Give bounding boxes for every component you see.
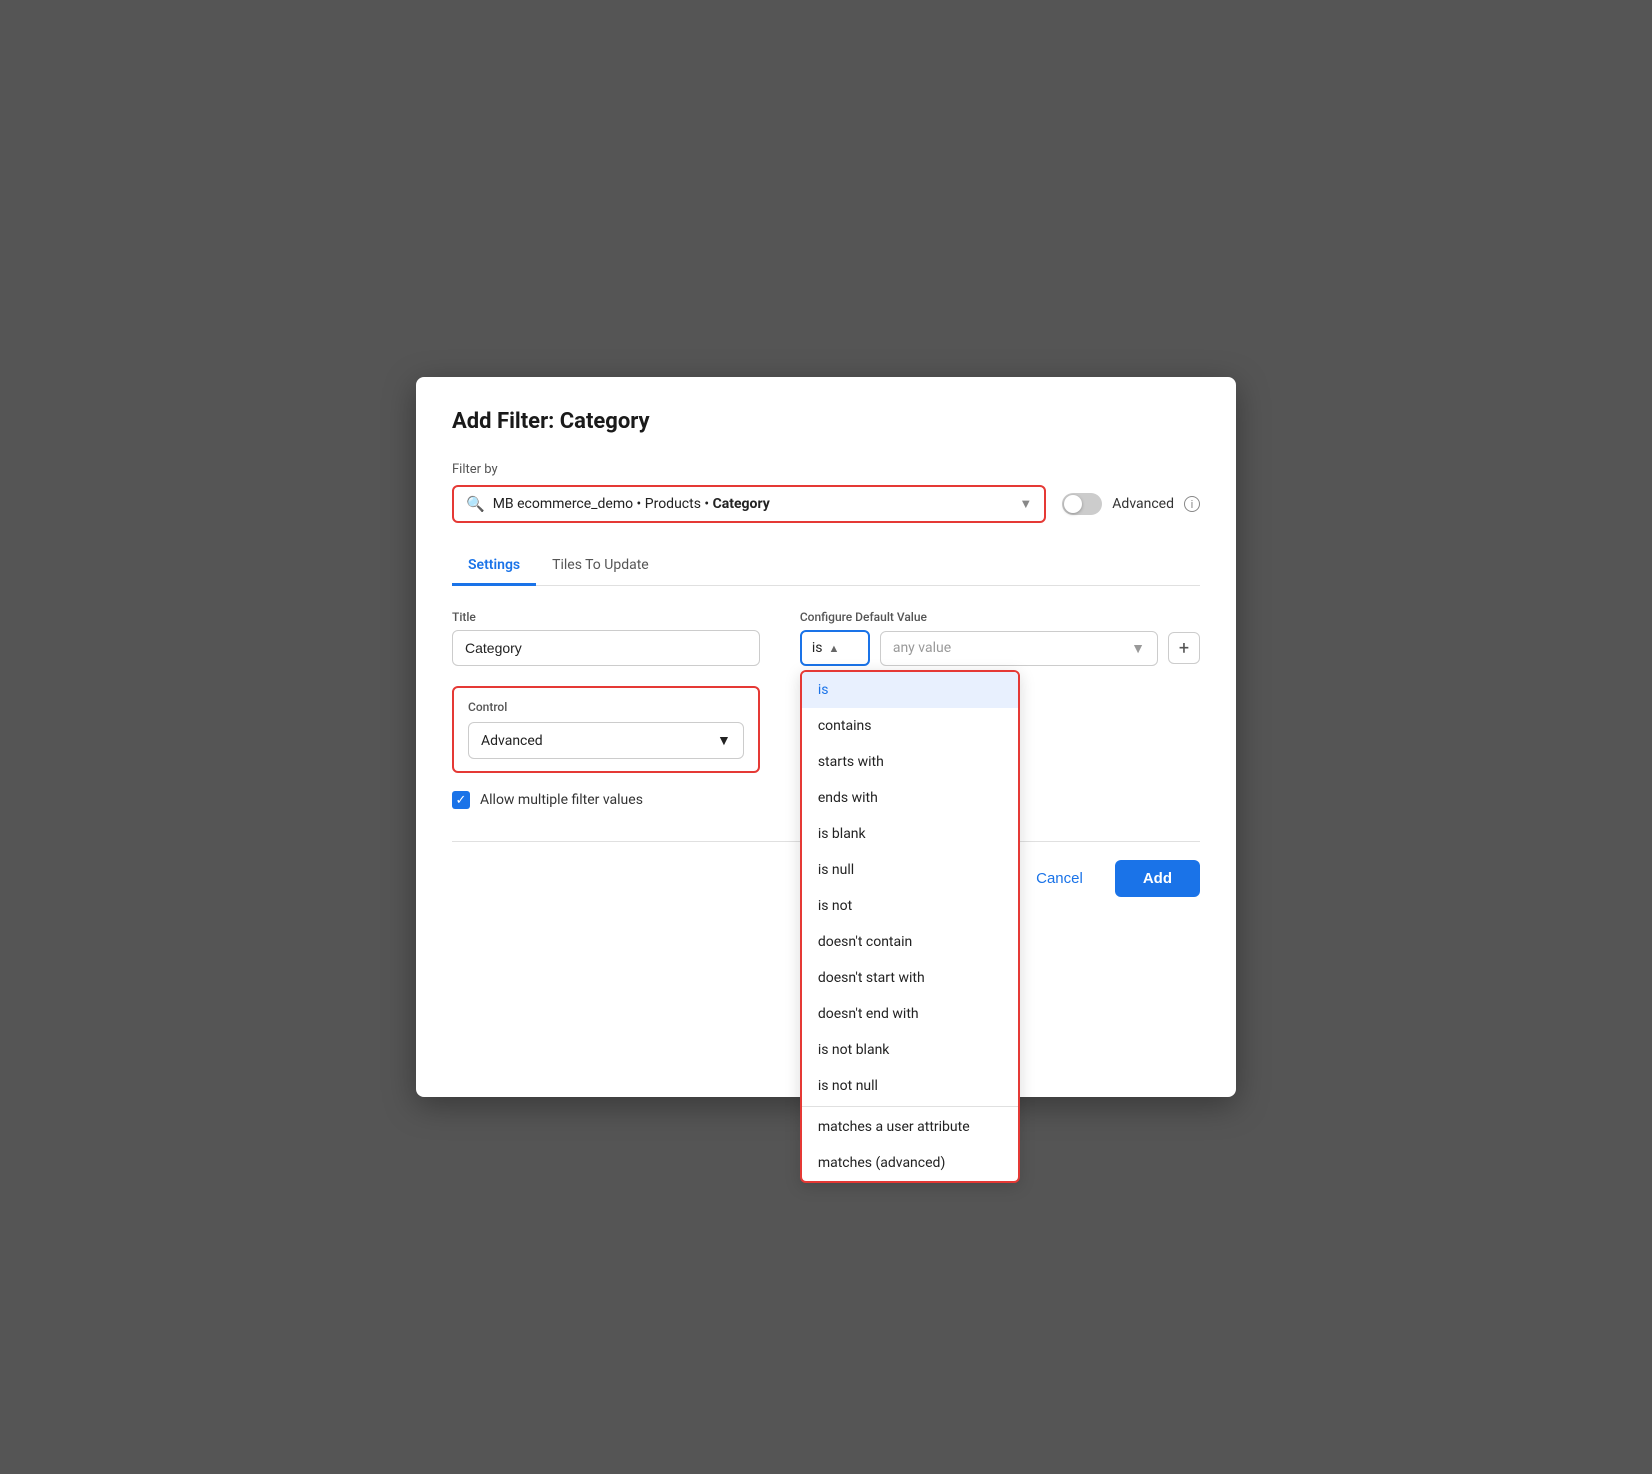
dropdown-item-is-null[interactable]: is null: [802, 852, 1018, 888]
operator-dropdown-menu: is contains starts with ends with is bla…: [800, 670, 1020, 1183]
dropdown-item-doesnt-end-with[interactable]: doesn't end with: [802, 996, 1018, 1032]
chevron-up-icon: ▲: [828, 642, 839, 655]
search-icon: 🔍: [466, 495, 485, 513]
control-box: Control Advanced ▼: [452, 686, 760, 773]
add-button[interactable]: Add: [1115, 860, 1200, 897]
dropdown-item-is-not-null[interactable]: is not null: [802, 1068, 1018, 1104]
dropdown-item-contains[interactable]: contains: [802, 708, 1018, 744]
dropdown-item-ends-with[interactable]: ends with: [802, 780, 1018, 816]
allow-multiple-label: Allow multiple filter values: [480, 792, 643, 808]
dialog-title: Add Filter: Category: [452, 409, 1200, 434]
dropdown-item-starts-with[interactable]: starts with: [802, 744, 1018, 780]
dropdown-item-is[interactable]: is: [802, 672, 1018, 708]
dropdown-item-doesnt-contain[interactable]: doesn't contain: [802, 924, 1018, 960]
allow-multiple-checkbox[interactable]: ✓: [452, 791, 470, 809]
form-section: Title Control Advanced ▼ ✓ Allow multipl…: [452, 610, 1200, 809]
control-select[interactable]: Advanced ▼: [468, 722, 744, 759]
filter-by-row: 🔍 MB ecommerce_demo • Products • Categor…: [452, 485, 1200, 523]
dropdown-item-matches-advanced[interactable]: matches (advanced): [802, 1145, 1018, 1181]
advanced-toggle-row: Advanced i: [1062, 493, 1200, 515]
configure-default-row: is ▲ is contains starts with ends with i…: [800, 630, 1200, 666]
title-input[interactable]: [452, 630, 760, 666]
chevron-down-icon: ▼: [1131, 640, 1145, 657]
title-label: Title: [452, 610, 760, 624]
advanced-toggle-label: Advanced: [1112, 496, 1174, 512]
dropdown-item-is-not[interactable]: is not: [802, 888, 1018, 924]
tab-tiles-to-update[interactable]: Tiles To Update: [536, 547, 665, 586]
add-filter-dialog: Add Filter: Category Filter by 🔍 MB ecom…: [416, 377, 1236, 1097]
dropdown-item-is-not-blank[interactable]: is not blank: [802, 1032, 1018, 1068]
checkbox-row: ✓ Allow multiple filter values: [452, 791, 760, 809]
filter-by-label: Filter by: [452, 462, 1200, 477]
form-left: Title Control Advanced ▼ ✓ Allow multipl…: [452, 610, 760, 809]
tabs-row: Settings Tiles To Update: [452, 547, 1200, 586]
value-placeholder: any value: [893, 640, 951, 656]
value-select[interactable]: any value ▼: [880, 631, 1158, 666]
filter-field-selector[interactable]: 🔍 MB ecommerce_demo • Products • Categor…: [452, 485, 1046, 523]
dropdown-divider: [802, 1106, 1018, 1107]
control-label: Control: [468, 700, 744, 714]
chevron-down-icon: ▼: [1019, 496, 1032, 512]
operator-dropdown-container: is ▲ is contains starts with ends with i…: [800, 630, 870, 666]
operator-select[interactable]: is ▲: [800, 630, 870, 666]
dropdown-item-doesnt-start-with[interactable]: doesn't start with: [802, 960, 1018, 996]
advanced-info-icon[interactable]: i: [1184, 496, 1200, 512]
plus-button[interactable]: +: [1168, 632, 1200, 664]
chevron-down-icon: ▼: [717, 732, 731, 749]
tab-settings[interactable]: Settings: [452, 547, 536, 586]
filter-field-text: MB ecommerce_demo • Products • Category: [493, 496, 1012, 512]
form-right: Configure Default Value is ▲ is contains…: [800, 610, 1200, 809]
configure-default-label: Configure Default Value: [800, 610, 1200, 624]
dropdown-item-is-blank[interactable]: is blank: [802, 816, 1018, 852]
cancel-button[interactable]: Cancel: [1020, 862, 1099, 895]
toggle-knob: [1064, 495, 1082, 513]
operator-value: is: [812, 640, 823, 656]
advanced-toggle-switch[interactable]: [1062, 493, 1102, 515]
dropdown-item-matches-user-attr[interactable]: matches a user attribute: [802, 1109, 1018, 1145]
